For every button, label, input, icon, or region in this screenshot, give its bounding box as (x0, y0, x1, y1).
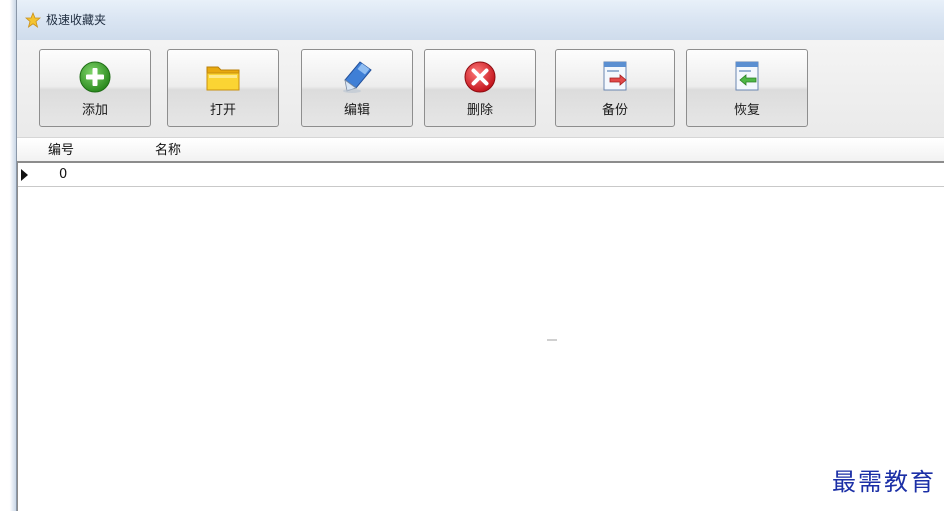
current-row-indicator-icon (21, 169, 28, 181)
backup-button-label: 备份 (601, 103, 628, 118)
row-header-divider (17, 163, 18, 511)
column-header-id[interactable]: 编号 (48, 143, 74, 159)
table-row[interactable]: 0 (17, 163, 944, 187)
favorites-grid[interactable]: 编号 名称 0 (17, 139, 944, 511)
edit-pencil-icon (343, 61, 372, 93)
delete-button[interactable]: 删除 (424, 49, 536, 127)
artifact-mark (547, 339, 557, 341)
add-circle-icon (79, 61, 111, 93)
cell-id[interactable]: 0 (59, 167, 67, 183)
title-bar[interactable]: 极速收藏夹 (17, 0, 944, 40)
delete-button-label: 删除 (466, 103, 493, 118)
window-title: 极速收藏夹 (46, 13, 107, 27)
grid-header: 编号 名称 (17, 139, 944, 163)
open-button[interactable]: 打开 (167, 49, 279, 127)
delete-x-icon (464, 61, 496, 93)
column-header-name[interactable]: 名称 (155, 143, 181, 159)
restore-icon (735, 61, 759, 91)
toolbar: 添加 打开 编辑 删除 备份 恢复 (17, 40, 944, 138)
app-window: 极速收藏夹 添加 打开 编辑 删除 备份 恢复 编号 名称 0 最需教育 (16, 0, 944, 511)
restore-button[interactable]: 恢复 (686, 49, 808, 127)
restore-button-label: 恢复 (733, 103, 760, 118)
folder-open-icon (206, 66, 240, 91)
open-button-label: 打开 (209, 103, 236, 118)
edit-button[interactable]: 编辑 (301, 49, 413, 127)
backup-button[interactable]: 备份 (555, 49, 675, 127)
watermark: 最需教育 (832, 468, 936, 496)
window-left-frame (0, 0, 16, 511)
backup-icon (603, 61, 627, 91)
add-button-label: 添加 (81, 103, 108, 118)
edit-button-label: 编辑 (343, 103, 370, 118)
star-folder-icon (25, 12, 41, 28)
add-button[interactable]: 添加 (39, 49, 151, 127)
